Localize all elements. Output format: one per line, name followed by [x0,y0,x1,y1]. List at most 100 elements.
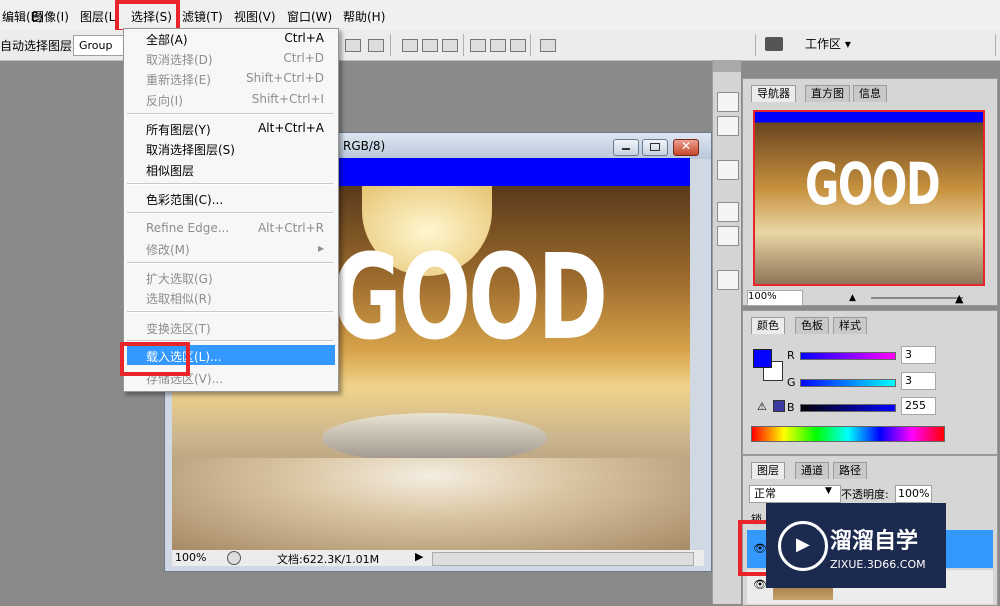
separator [530,34,531,56]
eye-icon[interactable]: 👁 [753,578,767,591]
tab-channels[interactable]: 通道 [795,462,829,479]
floor [172,458,690,550]
channel-g-value[interactable]: 3 [901,372,936,390]
channel-b-slider[interactable] [800,404,896,412]
menu-item-grow[interactable]: 扩大选取(G) [146,270,213,287]
separator [755,34,756,56]
workspace-button[interactable]: 工作区 ▾ [805,35,855,52]
tab-histogram[interactable]: 直方图 [805,85,850,102]
menu-item-deselect-layers[interactable]: 取消选择图层(S) [146,141,235,158]
menu-separator [127,183,333,185]
menu-view[interactable]: 视图(V) [234,8,276,25]
thumbnail-text: GOOD [805,150,941,218]
channel-b-label: B [787,401,795,414]
bridge-icon[interactable] [765,37,783,51]
menu-separator [127,262,333,264]
distribute-icon[interactable] [422,39,438,52]
auto-select-label: 自动选择图层 [0,39,73,53]
menu-item-similar[interactable]: 选取相似(R) [146,290,212,307]
auto-align-icon[interactable] [540,39,556,52]
shortcut-reselect: Shift+Ctrl+D [246,71,324,85]
navigator-thumbnail[interactable]: GOOD [753,110,985,286]
menu-window[interactable]: 窗口(W) [287,8,332,25]
watermark-logo: ▶ 溜溜自学 ZIXUE.3D66.COM [766,503,946,588]
distribute-icon[interactable] [442,39,458,52]
highlight-box-load-selection [120,342,190,376]
channel-r-value[interactable]: 3 [901,346,936,364]
tab-layers[interactable]: 图层 [751,462,785,479]
character-icon[interactable] [717,202,739,222]
menu-item-deselect[interactable]: 取消选择(D) [146,51,213,68]
panel-dock-strip [712,60,741,604]
navigator-panel: 导航器 直方图 信息 GOOD 100% ▲ ▲ [742,78,998,306]
menu-item-modify[interactable]: 修改(M) [146,241,190,258]
layer-comps-icon[interactable] [717,270,739,290]
channel-g-label: G [787,376,796,389]
menu-separator [127,212,333,214]
maximize-button[interactable] [642,139,668,156]
align-icon[interactable] [345,39,361,52]
zoom-out-icon[interactable]: ▲ [849,293,856,303]
document-title: RGB/8) [343,139,386,153]
tab-styles[interactable]: 样式 [833,317,867,334]
menu-item-all-layers[interactable]: 所有图层(Y) [146,121,211,138]
zoom-in-icon[interactable]: ▲ [955,292,963,305]
menu-item-color-range[interactable]: 色彩范围(C)... [146,191,223,208]
menu-item-similar-layers[interactable]: 相似图层 [146,162,194,179]
reception-desk [322,413,547,463]
separator [995,34,996,56]
actions-icon[interactable] [717,116,739,136]
status-icon [227,551,241,565]
tab-color[interactable]: 颜色 [751,317,785,334]
distribute-icon[interactable] [490,39,506,52]
zoom-level[interactable]: 100% [175,551,206,564]
dropdown-arrow-icon: ▼ [825,486,832,496]
menu-filter[interactable]: 滤镜(T) [182,8,223,25]
menu-separator [127,113,333,115]
channel-g-slider[interactable] [800,379,896,387]
tab-swatches[interactable]: 色板 [795,317,829,334]
align-icon[interactable] [368,39,384,52]
dock-collapse-bar[interactable] [713,60,741,72]
status-arrow-icon[interactable]: ▶ [415,550,423,563]
gamut-color-swatch[interactable] [773,400,785,412]
paragraph-icon[interactable] [717,226,739,246]
menu-help[interactable]: 帮助(H) [343,8,385,25]
color-spectrum-ramp[interactable] [751,426,945,442]
opacity-label: 不透明度: [841,488,889,501]
menu-item-refine-edge[interactable]: Refine Edge... [146,221,229,235]
distribute-icon[interactable] [402,39,418,52]
watermark-title: 溜溜自学 [830,529,919,554]
menu-image[interactable]: 图像(I) [32,8,69,25]
tab-info[interactable]: 信息 [853,85,887,102]
shortcut-all: Ctrl+A [284,31,324,45]
document-status-bar: 100% 文档:622.3K/1.01M ▶ [172,550,704,566]
horizontal-scrollbar[interactable] [432,552,694,566]
distribute-icon[interactable] [510,39,526,52]
watermark-url: ZIXUE.3D66.COM [830,558,926,571]
tab-navigator[interactable]: 导航器 [751,85,796,102]
foreground-color-swatch[interactable] [753,349,772,368]
channel-r-slider[interactable] [800,352,896,360]
shortcut-inverse: Shift+Ctrl+I [251,92,324,106]
menu-item-transform-selection[interactable]: 变换选区(T) [146,320,211,337]
distribute-icon[interactable] [470,39,486,52]
menu-item-inverse[interactable]: 反向(I) [146,92,183,109]
menu-item-reselect[interactable]: 重新选择(E) [146,71,211,88]
gamut-warning-icon[interactable]: ⚠ [757,400,767,413]
separator [463,34,464,56]
color-panel: 颜色 色板 样式 R 3 G 3 ⚠ B 255 [742,310,998,455]
tab-paths[interactable]: 路径 [833,462,867,479]
menu-item-all[interactable]: 全部(A) [146,31,188,48]
minimize-button[interactable] [613,139,639,156]
separator [390,34,391,56]
navigator-zoom-field[interactable]: 100% [747,290,803,306]
opacity-field[interactable]: 100% [895,485,932,503]
close-button[interactable]: ✕ [673,139,699,156]
channel-b-value[interactable]: 255 [901,397,936,415]
history-icon[interactable] [717,92,739,112]
document-size: 文档:622.3K/1.01M [277,553,380,566]
zoom-slider[interactable] [871,297,963,299]
canvas-text-good: GOOD [332,228,608,366]
tool-presets-icon[interactable] [717,160,739,180]
